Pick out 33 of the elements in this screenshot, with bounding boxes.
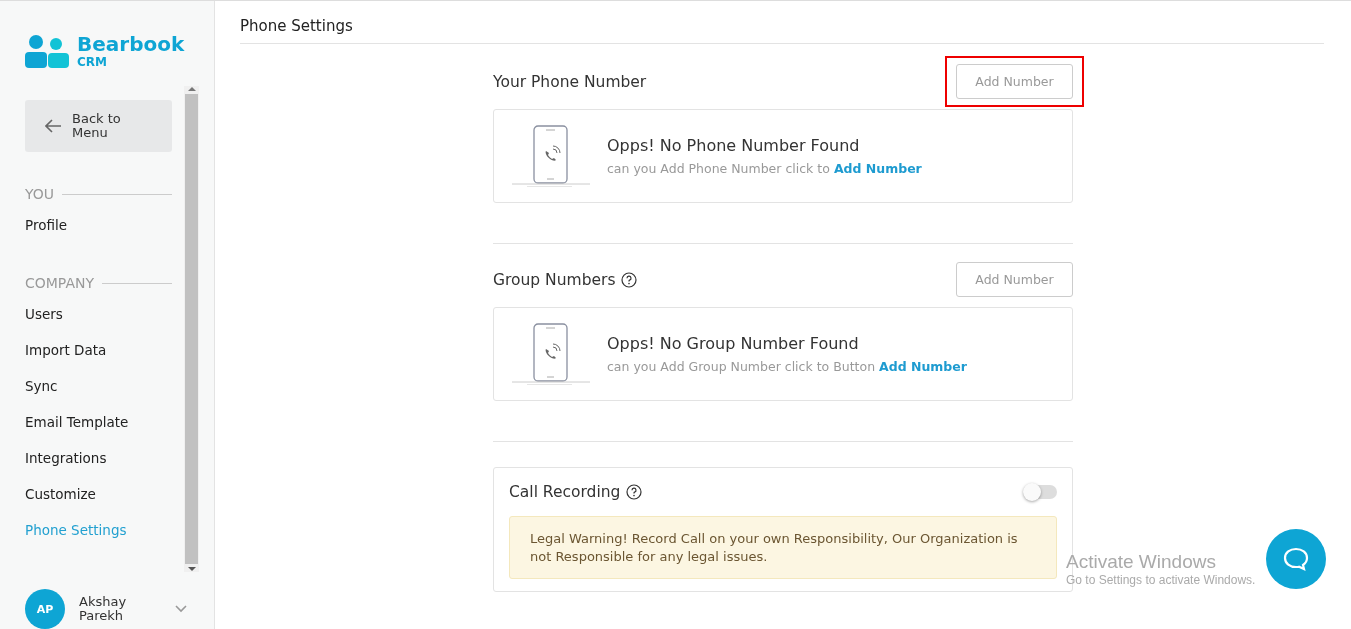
sidebar-item[interactable]: Email Template <box>25 414 172 432</box>
chat-button[interactable] <box>1266 529 1326 589</box>
brand-subtitle: CRM <box>77 56 108 68</box>
section-title: Group Numbers <box>493 270 616 289</box>
chevron-down-icon[interactable] <box>175 605 187 613</box>
sidebar-item[interactable]: Integrations <box>25 450 172 468</box>
sidebar-item[interactable]: Sync <box>25 378 172 396</box>
legal-warning: Legal Warning! Record Call on your own Responsibility, Our Organization is not Responsible for any legal issues. <box>509 516 1057 580</box>
section-heading: YOU <box>25 186 55 202</box>
empty-state-text: can you Add Phone Number click to Add Number <box>607 161 922 176</box>
sidebar-item[interactable]: Users <box>25 306 172 324</box>
sidebar-item[interactable]: Profile <box>25 217 172 235</box>
toggle-switch[interactable] <box>1023 485 1057 499</box>
page-title: Phone Settings <box>240 1 1324 44</box>
section-title: Call Recording <box>509 483 621 501</box>
back-to-menu-button[interactable]: Back to Menu <box>25 100 172 152</box>
section-heading: COMPANY <box>25 275 95 291</box>
os-notice-text: Go to Settings to activate Windows. <box>1066 573 1256 587</box>
scrollbar[interactable] <box>184 86 199 572</box>
empty-state-title: Opps! No Group Number Found <box>607 334 860 353</box>
empty-state-text: can you Add Group Number click to Button Add Number <box>607 359 967 374</box>
sidebar-item[interactable]: Customize <box>25 486 172 504</box>
brand-name: Bearbook <box>77 34 185 54</box>
os-notice-title: Activate Windows <box>1066 551 1217 573</box>
scroll-up-icon[interactable] <box>187 86 196 92</box>
chat-bubble-icon <box>1283 547 1309 571</box>
scroll-down-icon[interactable] <box>187 566 196 572</box>
section-title: Your Phone Number <box>493 72 647 91</box>
logo-icon <box>25 34 69 68</box>
sidebar-item[interactable]: Import Data <box>25 342 172 360</box>
empty-state-title: Opps! No Phone Number Found <box>607 136 861 155</box>
user-name: Akshay Parekh <box>79 595 128 623</box>
arrow-left-icon <box>45 119 62 133</box>
